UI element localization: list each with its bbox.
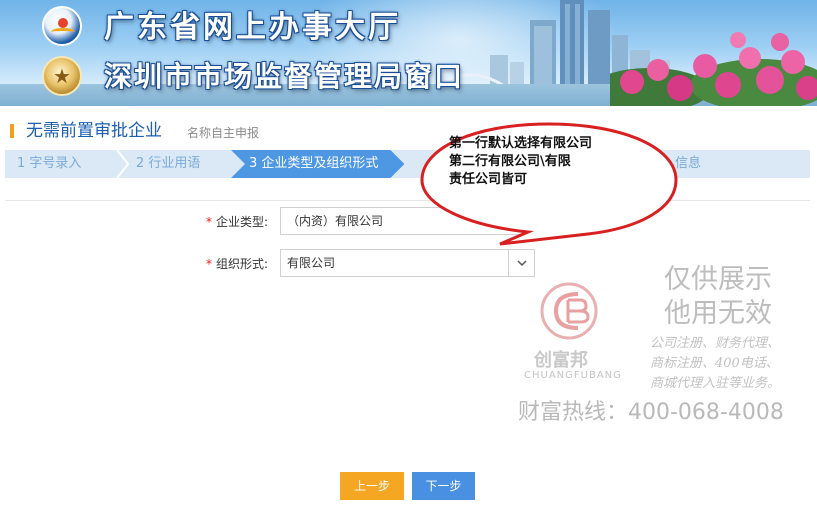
bougainvillea-flowers-image (610, 32, 817, 106)
callout-line-1: 第一行默认选择有限公司 (449, 136, 593, 151)
step-2-tab[interactable]: 2 行业用语 (136, 150, 200, 178)
header-banner: 广东省网上办事大厅 ★ 深圳市市场监督管理局窗口 (0, 0, 817, 106)
company-type-label: * 企业类型: (205, 215, 268, 229)
callout-line-2: 第二行有限公司\有限 (449, 154, 571, 169)
market-supervision-emblem-icon: ★ (42, 56, 82, 96)
section-accent-bar (10, 124, 14, 138)
section-title: 无需前置审批企业 (26, 121, 162, 141)
watermark-service2: 商标注册、400电话、 (650, 356, 779, 371)
guangdong-hall-logo-icon (42, 6, 82, 46)
watermark-brand-en: CHUANGFUBANG (524, 370, 622, 381)
next-step-button[interactable]: 下一步 (412, 472, 475, 500)
org-form-select[interactable]: 有限公司 (280, 249, 535, 277)
watermark-line2: 他用无效 (664, 298, 772, 329)
org-form-label: * 组织形式: (205, 257, 268, 271)
chuangfubang-logo-icon (540, 282, 598, 340)
required-asterisk-icon: * (205, 257, 212, 271)
watermark-hotline: 财富热线：400-068-4008 (518, 400, 784, 425)
step-progress-bar: 1 字号录入 2 行业用语 3 企业类型及组织形式 信息 (5, 150, 810, 178)
company-type-value: （内资）有限公司 (287, 214, 384, 228)
banner-subtitle: 深圳市市场监督管理局窗口 (104, 60, 465, 93)
step-1-tab[interactable]: 1 字号录入 (17, 150, 81, 178)
watermark-brand-cn: 创富邦 (534, 350, 588, 371)
step-3-tab-active[interactable]: 3 企业类型及组织形式 (231, 150, 404, 178)
watermark-line1: 仅供展示 (664, 264, 772, 295)
watermark-service1: 公司注册、财务代理、 (650, 336, 781, 351)
org-form-value: 有限公司 (287, 256, 336, 270)
chevron-down-icon[interactable] (508, 250, 534, 276)
section-divider (5, 200, 810, 201)
prev-step-button[interactable]: 上一步 (340, 472, 404, 500)
banner-title: 广东省网上办事大厅 (104, 10, 401, 45)
required-asterisk-icon: * (205, 215, 212, 229)
watermark-service3: 商城代理入驻等业务。 (650, 376, 781, 391)
callout-text: 第一行默认选择有限公司 第二行有限公司\有限 责任公司皆可 (449, 135, 664, 189)
step-separator-icon (116, 150, 129, 178)
section-note: 名称自主申报 (187, 126, 260, 140)
callout-line-3: 责任公司皆可 (449, 172, 528, 187)
